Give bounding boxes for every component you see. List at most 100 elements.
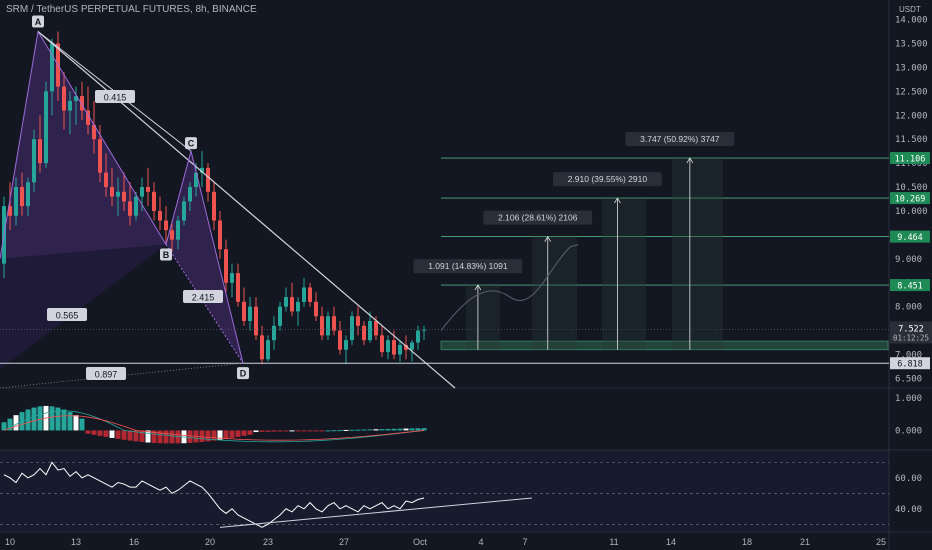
candle-body[interactable] bbox=[332, 316, 336, 331]
candle-body[interactable] bbox=[410, 342, 414, 350]
macd-histogram-bar[interactable] bbox=[277, 430, 283, 432]
macd-histogram-bar[interactable] bbox=[253, 430, 259, 433]
candle-body[interactable] bbox=[116, 191, 120, 197]
candle-body[interactable] bbox=[140, 187, 144, 197]
candle-body[interactable] bbox=[356, 316, 360, 326]
candle-body[interactable] bbox=[314, 301, 318, 317]
candle-body[interactable] bbox=[152, 191, 156, 211]
macd-histogram-bar[interactable] bbox=[31, 407, 37, 431]
candle-body[interactable] bbox=[230, 273, 234, 283]
candle-body[interactable] bbox=[224, 249, 228, 283]
macd-histogram-bar[interactable] bbox=[391, 428, 397, 431]
target-range-box[interactable] bbox=[532, 236, 577, 350]
candle-body[interactable] bbox=[104, 172, 108, 188]
candle-body[interactable] bbox=[272, 325, 276, 341]
candle-body[interactable] bbox=[98, 139, 102, 173]
macd-histogram-bar[interactable] bbox=[127, 430, 133, 441]
macd-histogram-bar[interactable] bbox=[187, 430, 193, 443]
macd-histogram-bar[interactable] bbox=[223, 430, 229, 439]
macd-histogram-bar[interactable] bbox=[157, 430, 163, 444]
entry-zone[interactable] bbox=[440, 340, 889, 351]
macd-histogram-bar[interactable] bbox=[367, 429, 373, 431]
candle-body[interactable] bbox=[170, 230, 174, 240]
candle-body[interactable] bbox=[62, 86, 66, 111]
macd-histogram-bar[interactable] bbox=[403, 428, 409, 431]
candle-body[interactable] bbox=[266, 340, 270, 360]
target-range-box[interactable] bbox=[602, 198, 646, 350]
candle-body[interactable] bbox=[308, 287, 312, 302]
candle-body[interactable] bbox=[194, 172, 198, 188]
macd-histogram-bar[interactable] bbox=[211, 430, 217, 441]
candle-body[interactable] bbox=[302, 287, 306, 302]
candle-body[interactable] bbox=[338, 330, 342, 350]
candle-body[interactable] bbox=[242, 301, 246, 322]
macd-histogram-bar[interactable] bbox=[163, 430, 169, 444]
macd-histogram-bar[interactable] bbox=[343, 429, 349, 431]
macd-histogram-bar[interactable] bbox=[49, 406, 55, 431]
candle-body[interactable] bbox=[368, 321, 372, 341]
candle-body[interactable] bbox=[296, 301, 300, 312]
macd-histogram-bar[interactable] bbox=[331, 430, 337, 432]
target-range-box[interactable] bbox=[672, 158, 723, 350]
candle-body[interactable] bbox=[128, 201, 132, 216]
macd-histogram-bar[interactable] bbox=[109, 430, 115, 438]
macd-histogram-bar[interactable] bbox=[115, 430, 121, 439]
macd-histogram-bar[interactable] bbox=[247, 430, 253, 435]
candle-body[interactable] bbox=[260, 335, 264, 360]
candle-body[interactable] bbox=[218, 220, 222, 250]
candle-body[interactable] bbox=[14, 187, 18, 216]
macd-histogram-bar[interactable] bbox=[229, 430, 235, 438]
macd-histogram-bar[interactable] bbox=[361, 429, 367, 431]
macd-histogram-bar[interactable] bbox=[37, 406, 43, 431]
macd-histogram-bar[interactable] bbox=[349, 429, 355, 431]
macd-histogram-bar[interactable] bbox=[397, 428, 403, 431]
candle-body[interactable] bbox=[44, 91, 48, 164]
macd-histogram-bar[interactable] bbox=[373, 429, 379, 431]
macd-histogram-bar[interactable] bbox=[409, 428, 415, 431]
macd-histogram-bar[interactable] bbox=[325, 430, 331, 432]
candle-body[interactable] bbox=[26, 182, 30, 207]
macd-histogram-bar[interactable] bbox=[415, 428, 421, 431]
candle-body[interactable] bbox=[236, 273, 240, 302]
macd-histogram-bar[interactable] bbox=[235, 430, 241, 437]
candle-body[interactable] bbox=[182, 201, 186, 221]
candle-body[interactable] bbox=[20, 187, 24, 207]
candle-body[interactable] bbox=[212, 191, 216, 221]
macd-histogram-bar[interactable] bbox=[289, 430, 295, 432]
candle-body[interactable] bbox=[380, 335, 384, 353]
candle-body[interactable] bbox=[350, 316, 354, 341]
candle-body[interactable] bbox=[362, 325, 366, 341]
macd-histogram-bar[interactable] bbox=[199, 430, 205, 442]
candle-body[interactable] bbox=[392, 340, 396, 355]
macd-histogram-bar[interactable] bbox=[295, 430, 301, 432]
target-range-box[interactable] bbox=[466, 285, 500, 350]
candle-body[interactable] bbox=[110, 187, 114, 197]
candle-body[interactable] bbox=[290, 297, 294, 312]
candle-body[interactable] bbox=[164, 220, 168, 231]
macd-histogram-bar[interactable] bbox=[379, 429, 385, 431]
candle-body[interactable] bbox=[38, 139, 42, 164]
macd-histogram-bar[interactable] bbox=[283, 430, 289, 432]
candle-body[interactable] bbox=[158, 210, 162, 221]
macd-histogram-bar[interactable] bbox=[85, 430, 91, 434]
macd-histogram-bar[interactable] bbox=[121, 430, 127, 440]
candle-body[interactable] bbox=[122, 191, 126, 202]
chart-canvas[interactable]: A B C D 0.415 0.565 2.415 0.897 1.091 (14.83%) 1… bbox=[0, 0, 932, 550]
candle-body[interactable] bbox=[398, 344, 402, 355]
candle-body[interactable] bbox=[284, 297, 288, 307]
candle-body[interactable] bbox=[374, 321, 378, 336]
macd-histogram-bar[interactable] bbox=[91, 430, 97, 435]
macd-histogram-bar[interactable] bbox=[385, 428, 391, 431]
macd-histogram-bar[interactable] bbox=[271, 430, 277, 432]
candle-body[interactable] bbox=[278, 306, 282, 326]
candle-body[interactable] bbox=[326, 316, 330, 336]
candle-body[interactable] bbox=[50, 43, 54, 92]
candle-body[interactable] bbox=[146, 187, 150, 192]
macd-histogram-bar[interactable] bbox=[73, 415, 79, 431]
candle-body[interactable] bbox=[320, 316, 324, 336]
candle-body[interactable] bbox=[416, 330, 420, 343]
macd-histogram-bar[interactable] bbox=[67, 412, 73, 431]
macd-histogram-bar[interactable] bbox=[169, 430, 175, 444]
macd-histogram-bar[interactable] bbox=[319, 430, 325, 432]
macd-histogram-bar[interactable] bbox=[259, 430, 265, 432]
